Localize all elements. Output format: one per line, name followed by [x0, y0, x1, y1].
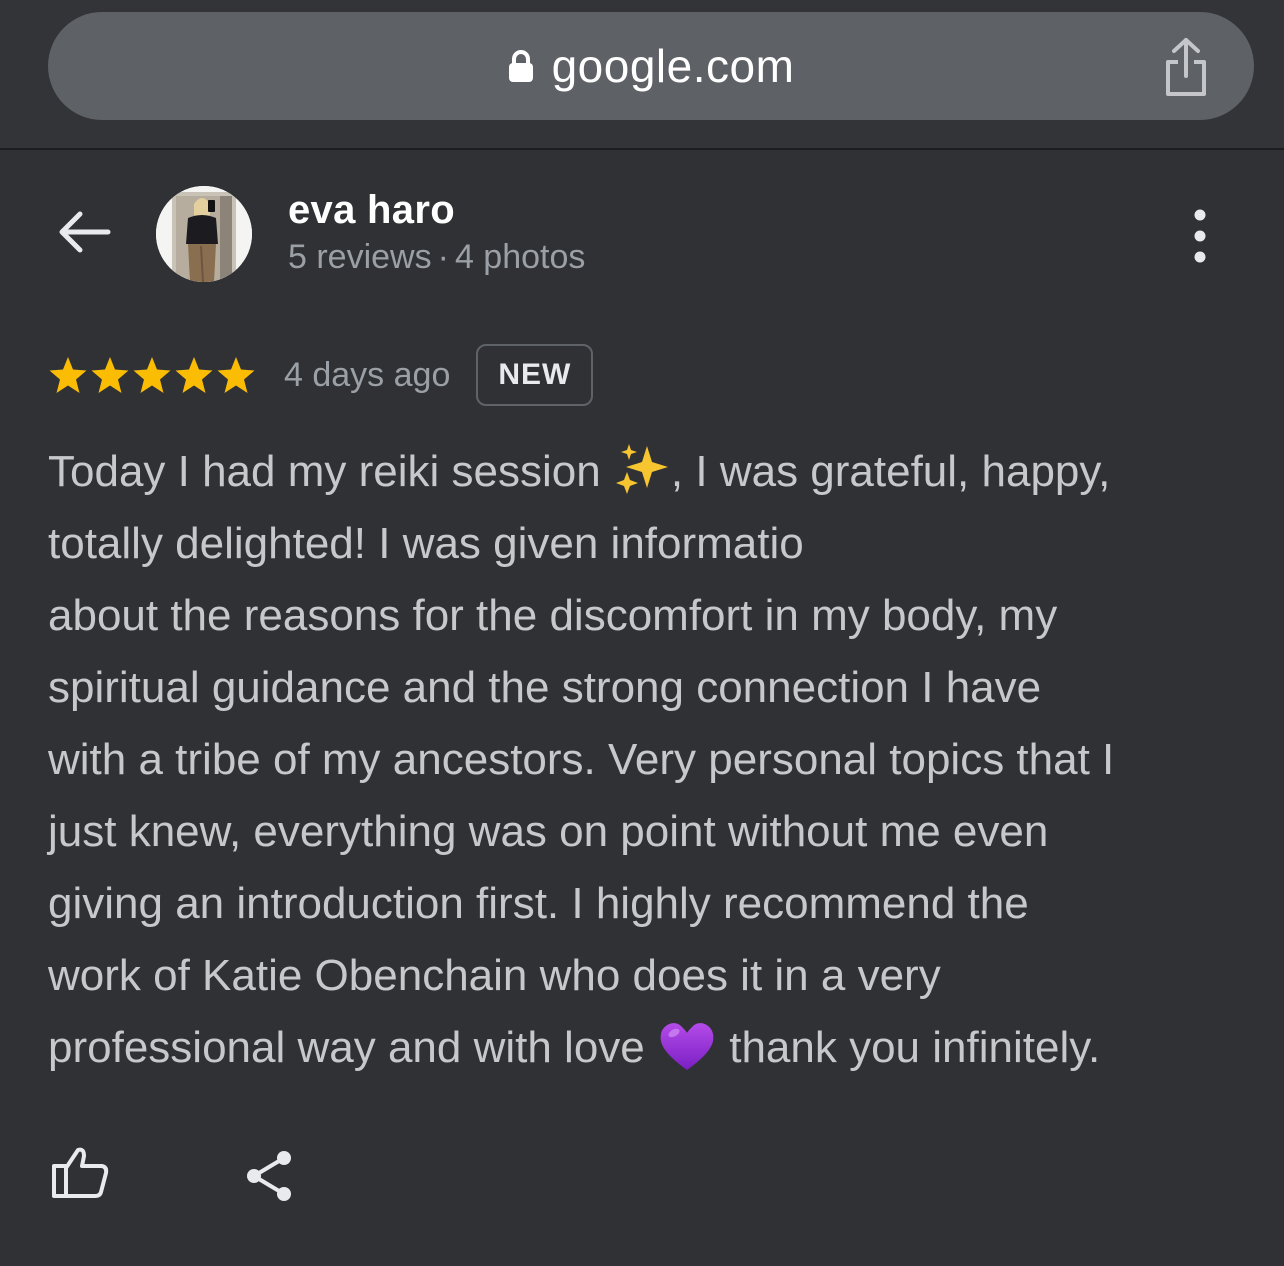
reviewer-name[interactable]: eva haro [288, 188, 455, 233]
thumbs-up-icon[interactable] [50, 1144, 110, 1200]
star-rating [48, 355, 258, 395]
purple-heart-emoji-icon [660, 1023, 714, 1071]
review-line: work of Katie Obenchain who does it in a… [48, 951, 941, 1000]
review-line: spiritual guidance and the strong connec… [48, 663, 1042, 712]
url-text: google.com [551, 40, 795, 92]
review-line: about the reasons for the discomfort in … [48, 591, 1058, 640]
review-line: just knew, everything was on point witho… [48, 807, 1049, 856]
more-options-icon[interactable] [1188, 208, 1212, 264]
address-bar-content: google.com [48, 12, 1254, 120]
new-badge: NEW [476, 344, 594, 406]
review-line: with a tribe of my ancestors. Very perso… [48, 735, 1115, 784]
sparkles-emoji-icon [615, 444, 668, 495]
address-bar[interactable]: google.com [48, 12, 1254, 120]
avatar-photo [156, 186, 252, 282]
review-line: Today I had my reiki session , I was gra… [48, 436, 1248, 508]
share-upload-icon[interactable] [1162, 36, 1210, 100]
star-icon [49, 357, 87, 393]
avatar[interactable] [156, 186, 252, 282]
star-icon [91, 357, 129, 393]
review-line: totally delighted! I was given informati… [48, 519, 804, 568]
photo-count: 4 photos [454, 238, 586, 276]
review-line: giving an introduction first. I highly r… [48, 879, 1029, 928]
reviewer-header: eva haro 5 reviews · 4 photos [0, 152, 1284, 312]
review-age: 4 days ago [284, 355, 451, 394]
browser-toolbar: google.com [0, 0, 1284, 150]
star-icon [217, 357, 255, 393]
review-text: Today I had my reiki session , I was gra… [48, 436, 1248, 1084]
lock-icon [508, 50, 533, 82]
back-arrow-icon[interactable] [56, 208, 112, 256]
review-count: 5 reviews [288, 238, 432, 276]
star-icon [133, 357, 171, 393]
share-icon[interactable] [244, 1148, 296, 1204]
reviewer-stats: 5 reviews · 4 photos [288, 238, 585, 277]
review-line: professional way and with love thank you… [48, 1012, 1248, 1084]
stats-separator: · [437, 238, 449, 276]
rating-row: 4 days ago NEW [48, 342, 594, 408]
star-icon [175, 357, 213, 393]
